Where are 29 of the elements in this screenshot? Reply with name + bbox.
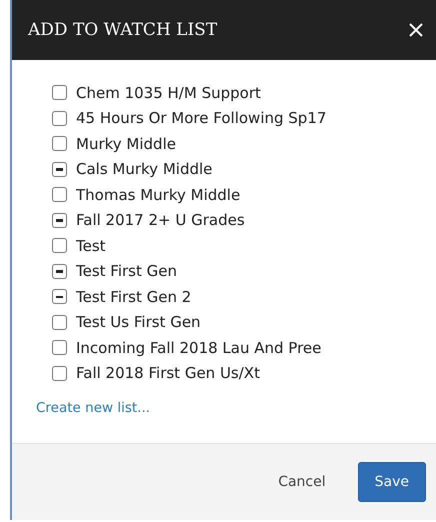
cancel-button[interactable]: Cancel xyxy=(262,462,342,502)
checkbox[interactable] xyxy=(52,314,67,330)
list-name: Fall 2017 2+ U Grades xyxy=(76,211,245,230)
list-name: Test Us First Gen xyxy=(76,313,201,332)
checkbox[interactable] xyxy=(52,212,67,228)
list-name: Thomas Murky Middle xyxy=(76,186,240,204)
checkbox[interactable] xyxy=(52,187,67,202)
list-name: 45 Hours Or More Following Sp17 xyxy=(76,109,326,128)
checkbox[interactable] xyxy=(52,340,67,356)
list-name: Cals Murky Middle xyxy=(76,160,212,178)
list-name: Fall 2018 First Gen Us/Xt xyxy=(76,364,260,382)
save-button[interactable]: Save xyxy=(358,462,426,502)
list-name: Incoming Fall 2018 Lau And Pree xyxy=(76,338,322,357)
checkbox[interactable] xyxy=(52,110,67,126)
dialog-title: ADD TO WATCH LIST xyxy=(28,20,218,40)
checkbox[interactable] xyxy=(52,136,67,152)
list-name: Test First Gen xyxy=(76,262,178,280)
list-name: Test First Gen 2 xyxy=(76,288,192,306)
checkbox[interactable] xyxy=(52,264,67,279)
checkbox[interactable] xyxy=(52,162,67,177)
close-icon xyxy=(408,22,424,38)
list-name: Murky Middle xyxy=(76,134,176,153)
list-name: Test xyxy=(76,236,106,255)
checkbox[interactable] xyxy=(52,238,67,254)
checkbox[interactable] xyxy=(52,289,67,304)
checkbox[interactable] xyxy=(52,85,67,100)
checkbox[interactable] xyxy=(52,366,67,381)
create-list-link[interactable]: Create new list... xyxy=(36,400,150,416)
list-name: Chem 1035 H/M Support xyxy=(76,84,261,102)
